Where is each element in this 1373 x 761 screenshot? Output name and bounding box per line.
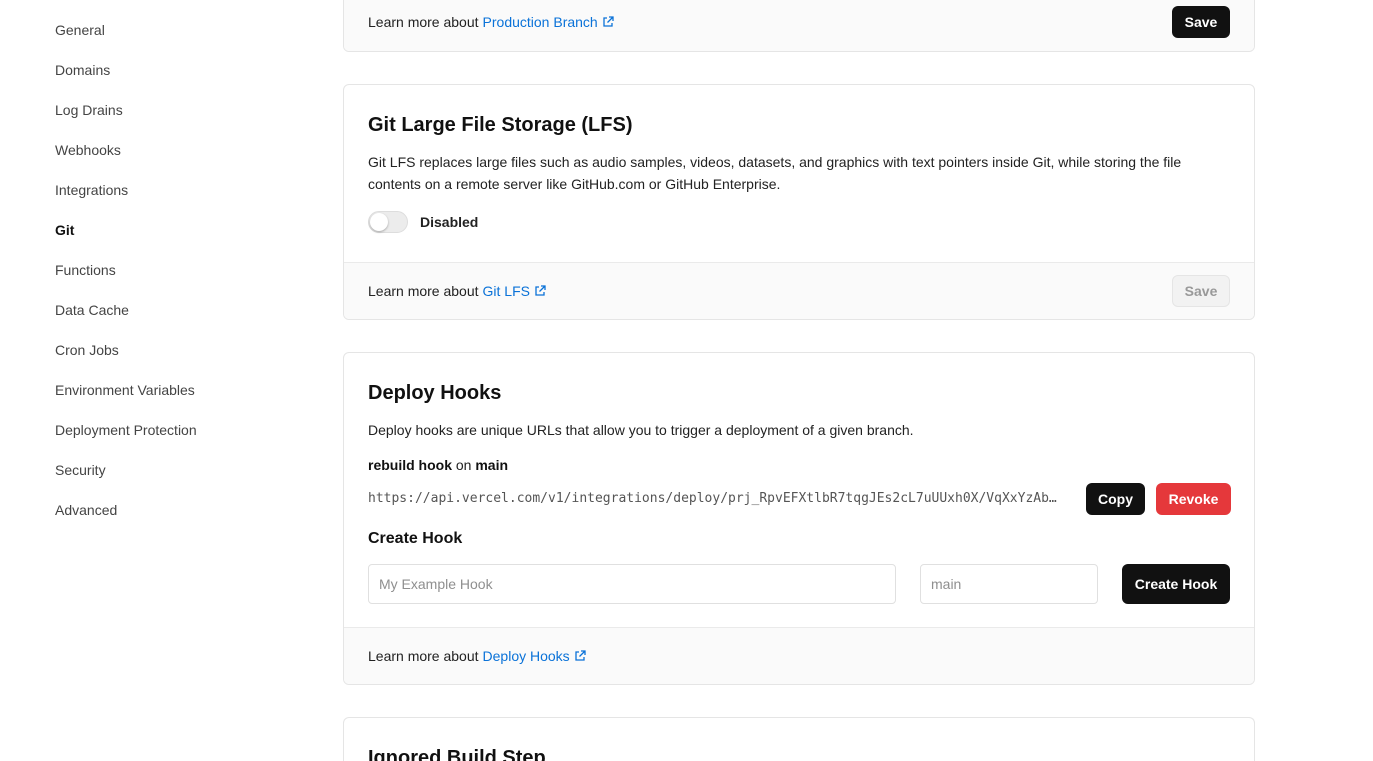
external-link-icon (535, 285, 546, 296)
deploy-hooks-learn-more: Learn more about Deploy Hooks (368, 646, 586, 666)
hook-name-line: rebuild hook on main (368, 455, 508, 475)
revoke-hook-button[interactable]: Revoke (1156, 483, 1231, 515)
git-lfs-toggle-label: Disabled (420, 214, 479, 230)
git-lfs-description: Git LFS replaces large files such as aud… (368, 154, 1182, 192)
copy-hook-button[interactable]: Copy (1086, 483, 1145, 515)
git-lfs-learn-more: Learn more about Git LFS (368, 281, 546, 301)
hook-name: rebuild hook (368, 457, 452, 473)
create-hook-button[interactable]: Create Hook (1122, 564, 1230, 604)
sidebar-item-environment-variables[interactable]: Environment Variables (55, 380, 195, 400)
git-lfs-link[interactable]: Git LFS (483, 281, 546, 301)
learn-more-prefix: Learn more about (368, 283, 479, 299)
sidebar-item-functions[interactable]: Functions (55, 260, 116, 280)
sidebar-item-integrations[interactable]: Integrations (55, 180, 128, 200)
hook-branch-input[interactable] (920, 564, 1098, 604)
deploy-hooks-title: Deploy Hooks (368, 382, 502, 404)
ignored-build-step-title: Ignored Build Step (368, 747, 546, 761)
sidebar-item-webhooks[interactable]: Webhooks (55, 140, 121, 160)
learn-more-prefix: Learn more about (368, 648, 479, 664)
git-lfs-card: Git Large File Storage (LFS) Git LFS rep… (343, 84, 1255, 320)
link-text: Git LFS (482, 283, 530, 299)
ignored-build-step-card: Ignored Build Step (343, 717, 1255, 761)
git-lfs-toggle[interactable] (368, 211, 408, 233)
deploy-hooks-description: Deploy hooks are unique URLs that allow … (368, 422, 914, 438)
production-branch-footer: Learn more about Production Branch Save (344, 0, 1254, 51)
external-link-icon (603, 16, 614, 27)
sidebar-item-git[interactable]: Git (55, 220, 74, 240)
sidebar-item-security[interactable]: Security (55, 460, 106, 480)
settings-sidebar: General Domains Log Drains Webhooks Inte… (0, 0, 320, 761)
git-lfs-title: Git Large File Storage (LFS) (368, 114, 633, 136)
sidebar-item-data-cache[interactable]: Data Cache (55, 300, 129, 320)
link-text: Production Branch (482, 14, 598, 30)
sidebar-item-general[interactable]: General (55, 20, 105, 40)
production-branch-link[interactable]: Production Branch (483, 12, 614, 32)
hook-name-input[interactable] (368, 564, 896, 604)
create-hook-heading: Create Hook (368, 530, 463, 547)
external-link-icon (575, 650, 586, 661)
deploy-hooks-card: Deploy Hooks Deploy hooks are unique URL… (343, 352, 1255, 685)
deploy-hooks-link[interactable]: Deploy Hooks (483, 646, 586, 666)
production-branch-save-button[interactable]: Save (1172, 6, 1230, 38)
git-lfs-save-button[interactable]: Save (1172, 275, 1230, 307)
deploy-hooks-footer: Learn more about Deploy Hooks (344, 627, 1254, 684)
hook-branch: main (475, 457, 509, 473)
sidebar-item-log-drains[interactable]: Log Drains (55, 100, 123, 120)
sidebar-item-domains[interactable]: Domains (55, 60, 110, 80)
toggle-knob (370, 213, 388, 231)
sidebar-item-cron-jobs[interactable]: Cron Jobs (55, 340, 119, 360)
production-branch-card: Learn more about Production Branch Save (343, 0, 1255, 52)
sidebar-item-advanced[interactable]: Advanced (55, 500, 117, 520)
link-text: Deploy Hooks (482, 648, 570, 664)
learn-more-prefix: Learn more about (368, 14, 479, 30)
hook-url: https://api.vercel.com/v1/integrations/d… (368, 491, 1062, 506)
git-lfs-footer: Learn more about Git LFS Save (344, 262, 1254, 319)
production-branch-learn-more: Learn more about Production Branch (368, 12, 614, 32)
hook-on-text: on (455, 457, 472, 473)
sidebar-item-deployment-protection[interactable]: Deployment Protection (55, 420, 197, 440)
